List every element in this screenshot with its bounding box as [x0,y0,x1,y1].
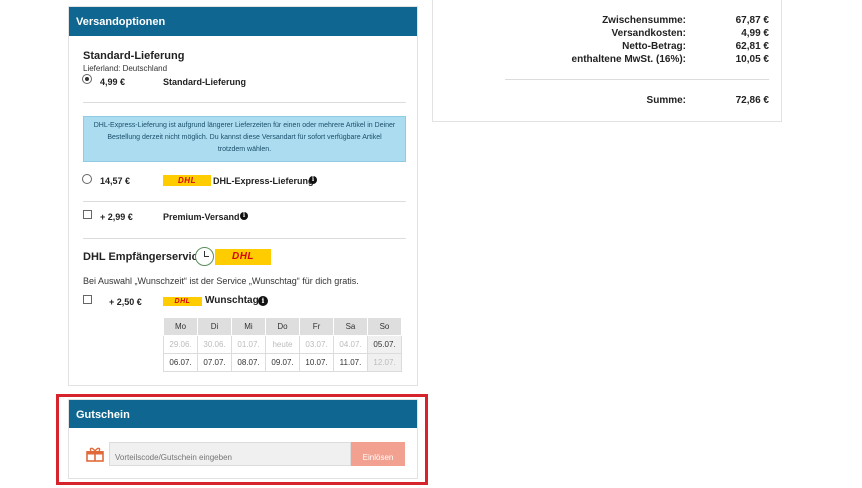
subtotal-value: 67,87 € [735,15,769,26]
calendar-week-row: 29.06. 30.06. 01.07. heute 03.07. 04.07.… [163,335,402,354]
calendar-day[interactable]: 11.07. [333,353,368,372]
wunschtag-label: Wunschtag [205,295,259,306]
info-icon[interactable]: i [309,176,317,184]
summary-row: Zwischensumme: 67,87 € [433,15,783,27]
calendar-day[interactable]: 09.07. [265,353,300,372]
shipping-cost-label: Versandkosten: [611,28,686,39]
express-unavailable-notice: DHL-Express-Lieferung ist aufgrund länge… [83,116,406,162]
total-value: 72,86 € [735,95,769,106]
calendar-week-row: 06.07. 07.07. 08.07. 09.07. 10.07. 11.07… [163,353,402,372]
calendar-weekdays: Mo Di Mi Do Fr Sa So [163,317,402,336]
summary-row: enthaltene MwSt. (16%): 10,05 € [433,54,783,66]
dhl-receiver-services-heading: DHL Empfängerservices [83,251,210,263]
divider [83,102,406,103]
divider [83,201,406,202]
weekday-header: Mi [231,317,266,336]
vat-value: 10,05 € [735,54,769,65]
net-amount-label: Netto-Betrag: [622,41,686,52]
info-icon[interactable]: i [240,212,248,220]
calendar-day-disabled: 03.07. [299,335,334,354]
standard-delivery-heading: Standard-Lieferung [83,50,185,62]
total-label: Summe: [646,95,686,106]
calendar-day-disabled: 30.06. [197,335,232,354]
express-delivery-price: 14,57 € [100,176,131,186]
summary-row: Netto-Betrag: 62,81 € [433,41,783,53]
calendar-day[interactable]: 10.07. [299,353,334,372]
calendar-day-disabled: heute [265,335,300,354]
shipping-cost-value: 4,99 € [741,28,769,39]
shipping-options-header: Versandoptionen [69,7,417,36]
calendar-day-disabled: 01.07. [231,335,266,354]
standard-delivery-price: 4,99 € [100,77,126,87]
calendar-day[interactable]: 07.07. [197,353,232,372]
dhl-logo: DHL [163,297,202,306]
order-summary-panel: Zwischensumme: 67,87 € Versandkosten: 4,… [432,0,782,122]
weekday-header: Di [197,317,232,336]
calendar-day-disabled: 29.06. [163,335,198,354]
divider [505,79,769,80]
weekday-header: Fr [299,317,334,336]
net-amount-value: 62,81 € [735,41,769,52]
clock-icon [195,247,214,266]
subtotal-label: Zwischensumme: [602,15,686,26]
shipping-options-panel: Versandoptionen Standard-Lieferung Liefe… [68,6,418,386]
notice-line-1: DHL-Express-Lieferung ist aufgrund länge… [93,122,396,129]
premium-shipping-checkbox[interactable] [83,210,92,219]
delivery-country: Lieferland: Deutschland [83,64,168,73]
calendar-day[interactable]: 08.07. [231,353,266,372]
wunschtag-price: + 2,50 € [109,297,142,307]
standard-delivery-radio[interactable] [82,74,92,84]
weekday-header: Sa [333,317,368,336]
calendar-day[interactable]: 06.07. [163,353,198,372]
vat-label: enthaltene MwSt. (16%): [571,54,686,65]
dhl-logo: DHL [215,249,271,265]
wunschtag-checkbox[interactable] [83,295,92,304]
calendar-day-disabled: 12.07. [367,353,402,372]
weekday-header: Mo [163,317,198,336]
calendar-day[interactable]: 05.07. [367,335,402,354]
info-icon[interactable]: i [258,296,268,306]
express-delivery-radio[interactable] [82,174,92,184]
dhl-logo: DHL [163,175,211,186]
summary-row: Versandkosten: 4,99 € [433,28,783,40]
voucher-highlight-frame [56,394,428,485]
premium-shipping-price: + 2,99 € [100,212,133,222]
weekday-header: So [367,317,402,336]
wunschzeit-note: Bei Auswahl „Wunschzeit“ ist der Service… [83,276,359,286]
standard-delivery-label: Standard-Lieferung [163,77,247,87]
divider [83,238,406,239]
premium-shipping-label: Premium-Versand [163,212,240,222]
notice-line-3: trotzdem wählen. [217,146,272,153]
weekday-header: Do [265,317,300,336]
express-delivery-label: DHL-Express-Lieferung [213,176,314,186]
calendar-day-disabled: 04.07. [333,335,368,354]
notice-line-2: Bestellung derzeit nicht möglich. Du kan… [107,134,382,141]
wunschtag-calendar: Mo Di Mi Do Fr Sa So 29.06. 30.06. 01.07… [163,317,402,372]
summary-total-row: Summe: 72,86 € [433,95,783,107]
